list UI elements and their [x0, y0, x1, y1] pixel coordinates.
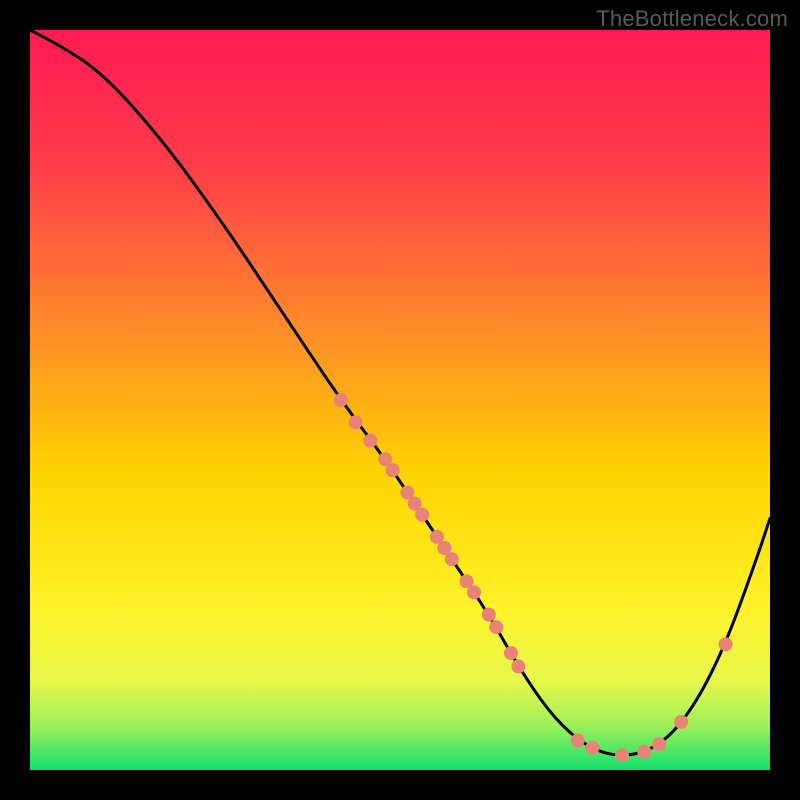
data-marker: [489, 620, 503, 634]
chart-canvas: [30, 30, 770, 770]
watermark-text: TheBottleneck.com: [596, 6, 788, 32]
data-marker: [363, 434, 377, 448]
plot-frame: [30, 30, 770, 770]
data-marker: [334, 393, 348, 407]
data-marker: [652, 737, 666, 751]
data-marker: [719, 637, 733, 651]
data-marker: [415, 508, 429, 522]
data-marker: [637, 745, 651, 759]
gradient-background: [30, 30, 770, 770]
data-marker: [386, 463, 400, 477]
data-marker: [349, 415, 363, 429]
data-marker: [467, 585, 481, 599]
data-marker: [571, 733, 585, 747]
data-marker: [445, 552, 459, 566]
data-marker: [511, 659, 525, 673]
data-marker: [615, 748, 629, 762]
data-marker: [504, 646, 518, 660]
data-marker: [482, 608, 496, 622]
data-marker: [585, 741, 599, 755]
data-marker: [674, 715, 688, 729]
